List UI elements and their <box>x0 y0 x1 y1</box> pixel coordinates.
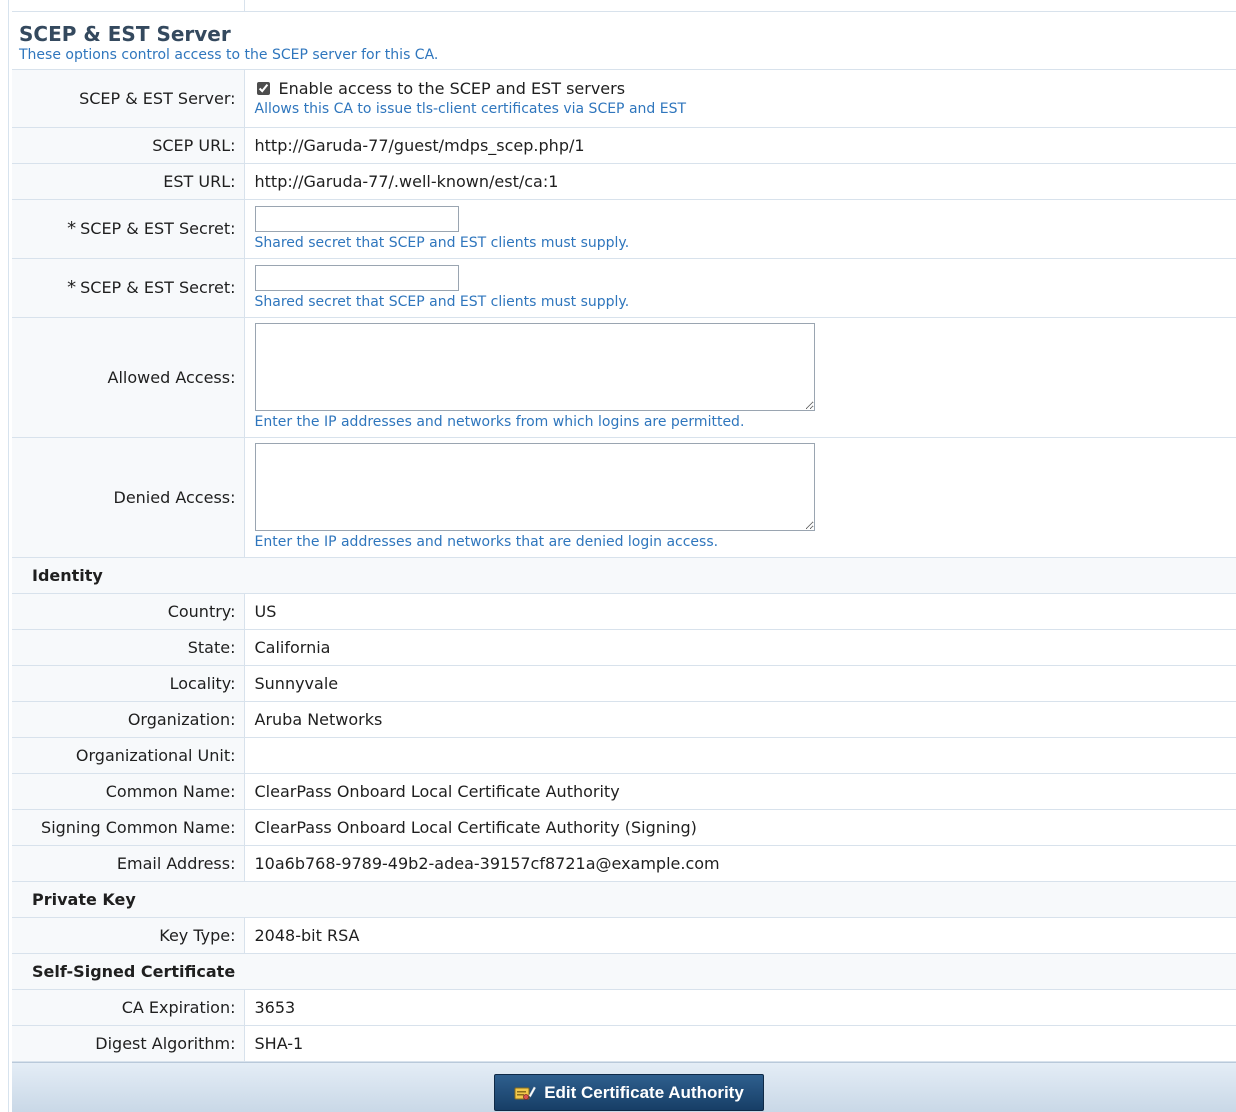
denied-access-cell: Enter the IP addresses and networks that… <box>244 437 1236 558</box>
edit-certificate-authority-button[interactable]: Edit Certificate Authority <box>494 1074 764 1111</box>
ca-expiration-label: CA Expiration: <box>12 989 245 1026</box>
secret-help: Shared secret that SCEP and EST clients … <box>254 234 630 251</box>
identity-value <box>244 737 1236 774</box>
row-scep-enable: SCEP & EST Server: Enable access to the … <box>12 70 1236 128</box>
identity-value: Aruba Networks <box>244 701 1236 738</box>
allowed-access-textarea[interactable] <box>254 323 815 411</box>
identity-value: ClearPass Onboard Local Certificate Auth… <box>244 773 1236 810</box>
identity-label: Common Name: <box>12 773 245 810</box>
ca-expiration-value: 3653 <box>244 989 1236 1026</box>
allowed-access-help: Enter the IP addresses and networks from… <box>254 414 745 430</box>
scep-server-label: SCEP & EST Server: <box>12 70 245 128</box>
identity-row: Email Address: 10a6b768-9789-49b2-adea-3… <box>12 845 1236 882</box>
enable-scep-text: Enable access to the SCEP and EST server… <box>278 78 626 98</box>
certificate-heading: Self-Signed Certificate <box>12 953 1236 990</box>
key-type-value: 2048-bit RSA <box>244 917 1236 954</box>
secret-confirm-value-cell: Shared secret that SCEP and EST clients … <box>244 258 1236 318</box>
identity-row: Signing Common Name: ClearPass Onboard L… <box>12 809 1236 846</box>
secret-value-cell: Shared secret that SCEP and EST clients … <box>244 199 1236 259</box>
identity-label: State: <box>12 629 245 666</box>
identity-label: Organizational Unit: <box>12 737 245 774</box>
top-strip-divider <box>244 0 245 12</box>
top-strip <box>12 0 1236 12</box>
certificate-edit-icon <box>514 1084 537 1102</box>
identity-value: Sunnyvale <box>244 665 1236 702</box>
private-key-heading: Private Key <box>12 881 1236 918</box>
secret-confirm-label-cell: * SCEP & EST Secret: <box>12 258 245 318</box>
est-url-label: EST URL: <box>12 163 245 200</box>
secret-label: SCEP & EST Secret: <box>80 219 236 238</box>
identity-row: State: California <box>12 629 1236 666</box>
secret-confirm-help: Shared secret that SCEP and EST clients … <box>254 293 630 310</box>
identity-value: ClearPass Onboard Local Certificate Auth… <box>244 809 1236 846</box>
enable-scep-label[interactable]: Enable access to the SCEP and EST server… <box>255 79 1236 98</box>
row-ca-expiration: CA Expiration: 3653 <box>12 989 1236 1026</box>
row-key-type: Key Type: 2048-bit RSA <box>12 917 1236 954</box>
row-scep-url: SCEP URL: http://Garuda-77/guest/mdps_sc… <box>12 127 1236 164</box>
denied-access-help: Enter the IP addresses and networks that… <box>254 534 719 550</box>
identity-label: Signing Common Name: <box>12 809 245 846</box>
identity-row: Locality: Sunnyvale <box>12 665 1236 702</box>
identity-value: US <box>244 593 1236 630</box>
identity-label: Organization: <box>12 701 245 738</box>
edit-button-label: Edit Certificate Authority <box>544 1082 744 1102</box>
digest-algorithm-label: Digest Algorithm: <box>12 1025 245 1062</box>
est-url-value: http://Garuda-77/.well-known/est/ca:1 <box>244 163 1236 200</box>
secret-label-cell: * SCEP & EST Secret: <box>12 199 245 259</box>
row-secret: * SCEP & EST Secret: Shared secret that S… <box>12 199 1236 259</box>
row-secret-confirm: * SCEP & EST Secret: Shared secret that S… <box>12 258 1236 318</box>
secret-confirm-label: SCEP & EST Secret: <box>80 278 236 297</box>
enable-scep-checkbox[interactable] <box>256 81 270 95</box>
private-key-heading-row: Private Key <box>12 881 1236 918</box>
identity-value: 10a6b768-9789-49b2-adea-39157cf8721a@exa… <box>244 845 1236 882</box>
section-title: SCEP & EST Server <box>19 22 231 46</box>
section-header: SCEP & EST Server These options control … <box>12 0 1236 70</box>
identity-heading: Identity <box>12 557 1236 594</box>
identity-heading-row: Identity <box>12 557 1236 594</box>
allowed-access-label: Allowed Access: <box>12 317 245 438</box>
certificate-heading-row: Self-Signed Certificate <box>12 953 1236 990</box>
required-marker: * <box>67 218 77 239</box>
scep-url-label: SCEP URL: <box>12 127 245 164</box>
enable-scep-help: Allows this CA to issue tls-client certi… <box>254 100 687 117</box>
form-footer: Edit Certificate Authority <box>12 1062 1236 1112</box>
row-digest-algorithm: Digest Algorithm: SHA-1 <box>12 1025 1236 1062</box>
identity-value: California <box>244 629 1236 666</box>
identity-row: Organizational Unit: <box>12 737 1236 774</box>
left-border <box>8 0 9 1112</box>
denied-access-textarea[interactable] <box>254 443 815 531</box>
identity-label: Locality: <box>12 665 245 702</box>
key-type-label: Key Type: <box>12 917 245 954</box>
scep-server-value: Enable access to the SCEP and EST server… <box>244 70 1236 128</box>
allowed-access-cell: Enter the IP addresses and networks from… <box>244 317 1236 438</box>
row-allowed-access: Allowed Access: Enter the IP addresses a… <box>12 317 1236 438</box>
identity-label: Country: <box>12 593 245 630</box>
ca-form-table: SCEP & EST Server: Enable access to the … <box>12 70 1236 1062</box>
scep-url-value: http://Garuda-77/guest/mdps_scep.php/1 <box>244 127 1236 164</box>
required-marker: * <box>67 277 77 298</box>
identity-row: Common Name: ClearPass Onboard Local Cer… <box>12 773 1236 810</box>
scep-secret-confirm-input[interactable] <box>254 264 459 291</box>
denied-access-label: Denied Access: <box>12 437 245 558</box>
identity-row: Country: US <box>12 593 1236 630</box>
identity-label: Email Address: <box>12 845 245 882</box>
row-est-url: EST URL: http://Garuda-77/.well-known/es… <box>12 163 1236 200</box>
row-denied-access: Denied Access: Enter the IP addresses an… <box>12 437 1236 558</box>
digest-algorithm-value: SHA-1 <box>244 1025 1236 1062</box>
certificate-authority-page: SCEP & EST Server These options control … <box>0 0 1236 1112</box>
section-description: These options control access to the SCEP… <box>19 47 439 63</box>
scep-secret-input[interactable] <box>254 205 459 232</box>
identity-row: Organization: Aruba Networks <box>12 701 1236 738</box>
